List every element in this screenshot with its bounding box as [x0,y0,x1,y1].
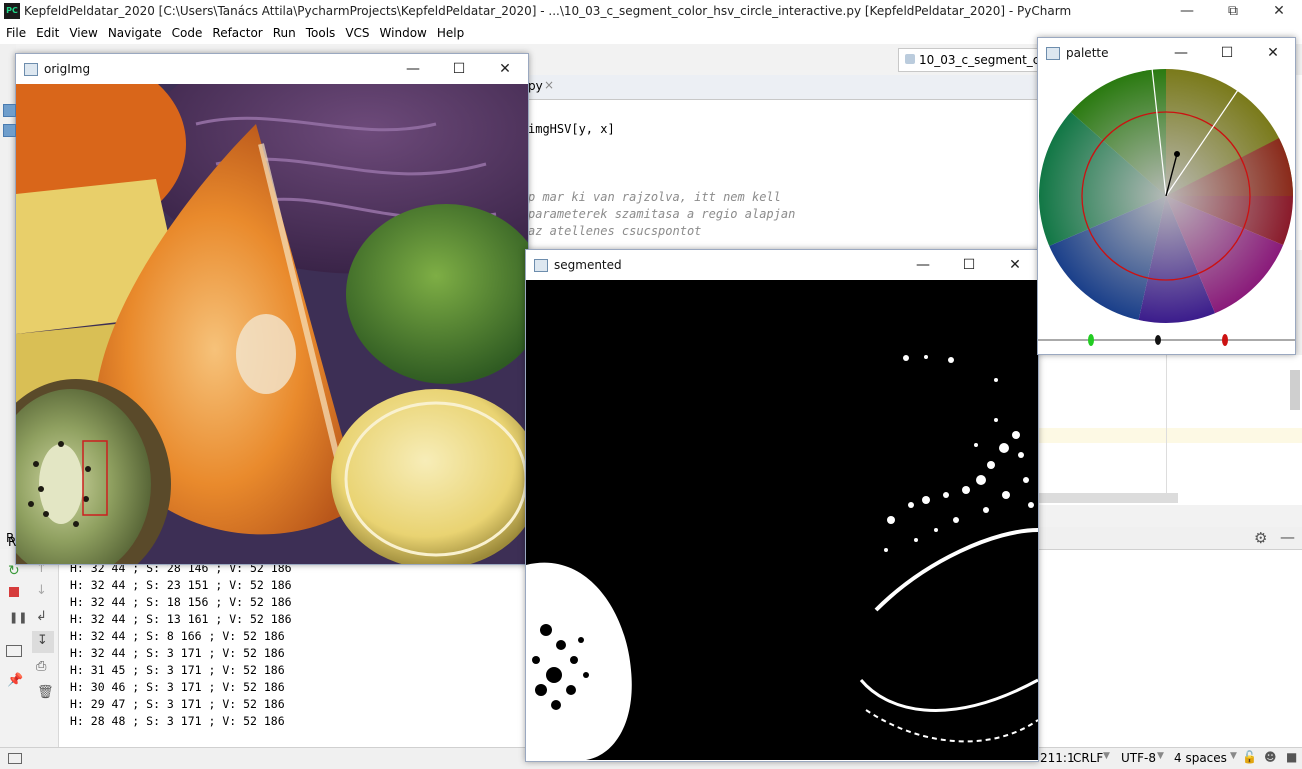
origimg-titlebar[interactable]: origImg — ☐ ✕ [16,54,528,84]
console-line: H: 32 44 ; S: 3 171 ; V: 52 186 [70,646,285,660]
hide-panel-icon[interactable]: — [1280,528,1295,546]
console-line: H: 28 48 ; S: 3 171 ; V: 52 186 [70,714,285,728]
minimize-icon[interactable]: — [1158,38,1204,68]
maximize-icon[interactable]: ☐ [436,54,482,84]
project-tool-strip [0,44,16,534]
close-icon[interactable]: ✕ [992,250,1038,280]
run-label-fragment: R [8,535,17,549]
menu-help[interactable]: Help [431,23,468,40]
window-app-icon [24,63,38,76]
pin-icon[interactable]: 📌 [7,673,23,688]
menu-vcs[interactable]: VCS [339,23,373,40]
console-line: H: 30 46 ; S: 3 171 ; V: 52 186 [70,680,285,694]
menu-view[interactable]: View [63,23,101,40]
rerun-icon[interactable]: ↻ [8,563,20,579]
python-file-icon [905,54,915,64]
run-toolbar: ↻ ↑ ↓ ❚❚ ↲ ↧ ⎙ 📌 🗑 [0,549,59,747]
pause-icon[interactable]: ❚❚ [9,611,27,624]
origimg-title: origImg [44,62,91,76]
window-app-icon [534,259,548,272]
console-line: H: 32 44 ; S: 13 161 ; V: 52 186 [70,612,292,626]
soft-wrap-icon[interactable]: ↲ [36,609,47,624]
segmented-titlebar[interactable]: segmented — ☐ ✕ [526,250,1038,280]
main-window-title: KepfeldPeldatar_2020 [C:\Users\Tanács At… [24,4,1072,18]
close-icon[interactable]: ✕ [482,54,528,84]
slider-handle-red[interactable] [1222,334,1228,346]
event-log-icon[interactable]: ■ [1286,750,1297,764]
menu-file[interactable]: File [0,23,30,40]
console-output[interactable]: H: 32 44 ; S: 28 146 ; V: 52 186 H: 32 4… [70,560,292,730]
editor-scrollbar[interactable] [1290,370,1300,410]
fruit-photo [16,84,528,564]
menu-code[interactable]: Code [166,23,207,40]
close-icon[interactable]: ✕ [1250,38,1296,68]
tool-windows-icon[interactable] [8,753,22,764]
fruit-image[interactable] [16,84,528,564]
selected-point[interactable] [1174,151,1180,157]
slider-handle-green[interactable] [1088,334,1094,346]
layout-icon[interactable] [6,645,22,657]
pycharm-logo-icon: PC [4,3,20,19]
menu-window[interactable]: Window [374,23,431,40]
maximize-icon[interactable]: ☐ [1204,38,1250,68]
file-encoding[interactable]: UTF-8 [1121,751,1156,765]
minimize-icon[interactable]: — [390,54,436,84]
right-margin-guide [1166,355,1167,495]
lock-icon[interactable]: 🔓 [1242,750,1257,764]
run-config-label: 10_03_c_segment_colo [919,53,1040,67]
editor-h-scrollbar[interactable] [1038,493,1178,503]
stop-icon[interactable] [9,587,19,597]
minimize-icon[interactable]: — [900,250,946,280]
editor-tab-bar: py × [528,75,1038,100]
code-comment-line: az atellenes csucspontot [528,224,702,238]
palette-title: palette [1066,46,1109,60]
console-line: H: 32 44 ; S: 18 156 ; V: 52 186 [70,595,292,609]
python-file-icon[interactable] [3,124,16,137]
window-app-icon [1046,47,1060,60]
console-line: H: 31 45 ; S: 3 171 ; V: 52 186 [70,663,285,677]
close-icon[interactable]: ✕ [1256,0,1302,23]
inspector-icon[interactable]: ☻ [1264,750,1277,764]
dropdown-icon: ▼ [1230,751,1237,761]
console-line: H: 29 47 ; S: 3 171 ; V: 52 186 [70,697,285,711]
dropdown-icon: ▼ [1103,751,1110,761]
gear-icon[interactable]: ⚙ [1254,529,1267,547]
slider-handle-black[interactable] [1155,335,1161,345]
print-icon[interactable]: ⎙ [36,659,46,674]
run-config-selector[interactable]: 10_03_c_segment_colo [898,48,1040,72]
minimize-icon[interactable]: — [1164,0,1210,23]
current-line-highlight [1038,428,1302,443]
maximize-icon[interactable]: ☐ [946,250,992,280]
origimg-window[interactable]: origImg — ☐ ✕ [15,53,529,565]
palette-titlebar[interactable]: palette — ☐ ✕ [1038,38,1295,68]
code-line: imgHSV[y, x] [528,122,615,136]
code-comment-line: parameterek szamitasa a regio alapjan [528,207,796,221]
palette-window[interactable]: palette — ☐ ✕ [1037,37,1296,355]
segmentation-mask [526,280,1038,760]
menu-navigate[interactable]: Navigate [102,23,166,40]
menu-tools[interactable]: Tools [300,23,340,40]
scroll-to-end-icon: ↧ [37,633,48,648]
python-file-icon[interactable] [3,104,16,117]
segmented-title: segmented [554,258,622,272]
console-line: H: 32 44 ; S: 8 166 ; V: 52 186 [70,629,285,643]
indent-setting[interactable]: 4 spaces [1174,751,1227,765]
tab-close-icon[interactable]: × [544,78,554,92]
restore-icon[interactable]: ⧉ [1210,0,1256,23]
line-separator[interactable]: CRLF [1073,751,1103,765]
console-line: H: 32 44 ; S: 23 151 ; V: 52 186 [70,578,292,592]
menu-edit[interactable]: Edit [30,23,63,40]
code-comment-line: p mar ki van rajzolva, itt nem kell [528,190,781,204]
editor-tab-label[interactable]: py [528,79,543,93]
segmented-image[interactable] [526,280,1038,760]
main-title-bar: PC KepfeldPeldatar_2020 [C:\Users\Tanács… [0,0,1302,23]
caret-position[interactable]: 211:1 [1040,751,1075,765]
menu-refactor[interactable]: Refactor [206,23,266,40]
hsv-color-wheel[interactable] [1038,68,1295,354]
dropdown-icon: ▼ [1157,751,1164,761]
trash-icon[interactable]: 🗑 [37,685,54,700]
down-arrow-icon[interactable]: ↓ [36,583,47,598]
segmented-window[interactable]: segmented — ☐ ✕ [525,249,1039,762]
menu-run[interactable]: Run [267,23,300,40]
